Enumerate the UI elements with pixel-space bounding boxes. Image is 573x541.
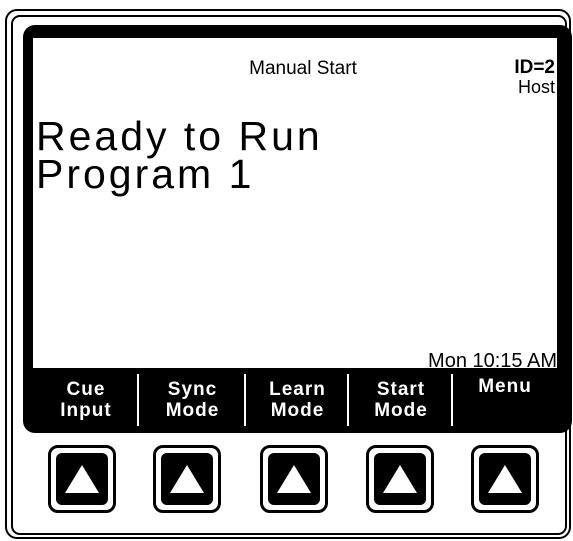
screen-title: Manual Start [249, 58, 357, 79]
softkey-button-2[interactable] [153, 445, 221, 513]
softkey-label-line1: Learn [269, 379, 326, 400]
button-face [56, 453, 108, 505]
softkey-button-1[interactable] [48, 445, 116, 513]
softkey-label-line2: Mode [374, 400, 428, 421]
softkey-label-line1: Menu [478, 376, 532, 397]
device-id-label: ID=2 [514, 57, 555, 78]
softkey-label-line1: Cue [66, 379, 106, 400]
softkey-start-mode: Start Mode [349, 374, 453, 426]
softkey-button-5[interactable] [471, 445, 539, 513]
softkey-label-line1: Start [376, 379, 426, 400]
softkey-learn-mode: Learn Mode [246, 374, 349, 426]
softkey-bar: Cue Input Sync Mode Learn Mode Start Mod… [33, 374, 557, 426]
arrow-up-icon [65, 465, 99, 493]
button-face [374, 453, 426, 505]
button-face [479, 453, 531, 505]
arrow-up-icon [277, 465, 311, 493]
button-face [161, 453, 213, 505]
host-label: Host [517, 77, 555, 97]
softkey-label-line2: Mode [270, 400, 325, 421]
status-message-line2: Program 1 [36, 151, 255, 197]
arrow-up-icon [170, 465, 204, 493]
softkey-label-line1: Sync [167, 379, 218, 400]
softkey-label-line2: Input [60, 400, 112, 421]
softkey-sync-mode: Sync Mode [139, 374, 246, 426]
softkey-label-line2: Mode [165, 400, 220, 421]
arrow-up-icon [383, 465, 417, 493]
softkey-cue-input: Cue Input [33, 374, 139, 426]
button-face [268, 453, 320, 505]
date-time-display: Mon 10:15 AM [428, 350, 557, 372]
softkey-menu: Menu [453, 374, 557, 426]
lcd-screen: Manual Start ID=2 Host Ready to Run Prog… [33, 38, 557, 372]
softkey-button-3[interactable] [260, 445, 328, 513]
softkey-button-4[interactable] [366, 445, 434, 513]
arrow-up-icon [488, 465, 522, 493]
